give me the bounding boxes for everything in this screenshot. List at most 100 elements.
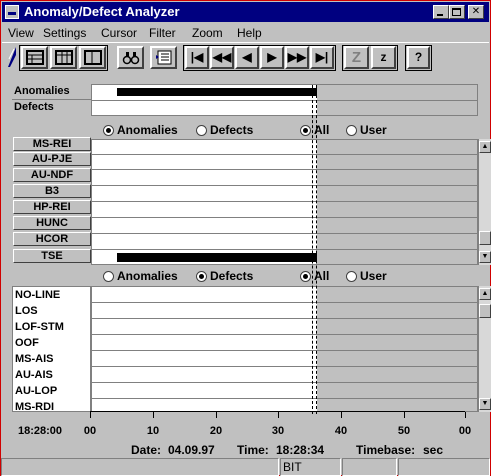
binoculars-icon [122,52,139,65]
status-pane-mode: BIT [280,458,341,476]
row-label-hunc[interactable]: HUNC [13,216,91,230]
user-radio-label: User [360,269,387,283]
row-label-au-ais: AU-AIS [15,369,53,381]
last-button[interactable]: ▶| [310,46,334,69]
back-button[interactable]: ◀ [235,46,259,69]
zoom-out-button[interactable]: Z [344,46,369,69]
summary-timeline [91,84,478,116]
help-icon: ? [414,50,423,64]
menu-settings[interactable]: Settings [43,26,86,40]
graph-view-icon [25,50,44,65]
time-label: Time: [237,443,269,457]
tse-bar [117,253,317,262]
anomaly-row-line [92,217,477,218]
scroll-up-icon[interactable]: ▲ [479,141,491,153]
date-label: Date: [131,443,162,457]
anomaly-row-line [92,201,477,202]
axis-tick [153,412,154,418]
app-icon[interactable] [5,5,19,19]
defect-row-line [92,398,477,399]
axis-tick [341,412,342,418]
cursor-line[interactable] [312,85,313,414]
anomalies-summary-bar [117,88,317,96]
scroll-down-icon[interactable]: ▼ [479,398,491,410]
axis-tick [404,412,405,418]
menu-bar: View Settings Cursor Filter Zoom Help [2,23,489,42]
anomaly-row-line [92,249,477,250]
menu-help[interactable]: Help [237,26,262,40]
anomalies-radio[interactable] [103,271,114,282]
all-radio[interactable] [300,271,311,282]
row-label-b3[interactable]: B3 [13,184,91,198]
timebase-value: sec [423,443,444,457]
anomalies-radio-label: Anomalies [117,123,178,137]
defects-radio[interactable] [196,125,207,136]
anomalies-radio[interactable] [103,125,114,136]
find-button[interactable] [117,46,144,69]
table-view-icon [54,50,73,65]
defect-row-line [92,366,477,367]
anomalies-radio-label: Anomalies [117,269,178,283]
row-label-tse[interactable]: TSE [13,249,91,263]
close-button[interactable]: ✕ [468,5,484,19]
timebase-label: Timebase: [356,443,416,457]
axis-tick [90,412,91,418]
scroll-down-icon[interactable]: ▼ [479,251,491,263]
graph-view-button[interactable] [21,46,48,69]
row-label-ms-rei[interactable]: MS-REI [13,137,91,151]
fast-forward-button[interactable]: ▶▶ [285,46,309,69]
summary-label-defects: Defects [14,101,54,113]
minimize-button[interactable] [433,5,449,19]
row-label-au-pje[interactable]: AU-PJE [13,152,91,166]
row-label-hp-rei[interactable]: HP-REI [13,200,91,214]
user-radio[interactable] [346,125,357,136]
status-pane-4 [398,458,490,476]
anomaly-scrollbar[interactable]: ▲ ▼ [478,139,491,265]
status-pane-main [1,458,279,476]
split-view-button[interactable] [79,46,106,69]
list-button[interactable] [150,46,177,69]
scroll-up-icon[interactable]: ▲ [479,288,491,300]
toolbar: |◀ ◀◀ ◀ ▶ ▶▶ ▶| Z z ? [2,42,489,72]
axis-tick-label: 20 [209,425,223,437]
anomaly-row-line [92,154,477,155]
split-view-icon [83,50,102,65]
axis-tick-label: 00 [83,425,97,437]
summary-labels: Anomalies Defects [12,84,91,116]
maximize-button[interactable] [449,5,465,19]
menu-filter[interactable]: Filter [149,26,176,40]
defect-row-line [92,318,477,319]
defect-row-line [92,382,477,383]
menu-cursor[interactable]: Cursor [101,26,137,40]
row-label-hcor[interactable]: HCOR [13,232,91,246]
summary-row-divider [92,100,477,101]
title-bar[interactable]: Anomaly/Defect Analyzer ✕ [2,2,489,22]
row-label-lof-stm: LOF-STM [15,321,64,333]
defect-row-line [92,334,477,335]
user-radio[interactable] [346,271,357,282]
table-view-button[interactable] [50,46,77,69]
scroll-thumb[interactable] [479,304,491,318]
row-label-au-ndf[interactable]: AU-NDF [13,168,91,182]
row-label-los: LOS [15,305,38,317]
forward-button[interactable]: ▶ [260,46,284,69]
defect-scrollbar[interactable]: ▲ ▼ [478,286,491,412]
scroll-thumb[interactable] [479,231,491,245]
date-value: 04.09.97 [168,443,215,457]
defect-timeline [91,286,478,412]
help-button[interactable]: ? [407,46,430,69]
time-value: 18:28:34 [276,443,325,457]
axis-tick [465,412,466,418]
all-radio[interactable] [300,125,311,136]
fast-back-button[interactable]: ◀◀ [210,46,234,69]
anomaly-row-line [92,169,477,170]
menu-zoom[interactable]: Zoom [192,26,223,40]
menu-view[interactable]: View [8,26,34,40]
defects-radio-label: Defects [210,269,254,283]
first-button[interactable]: |◀ [185,46,209,69]
defects-radio[interactable] [196,271,207,282]
zoom-in-button[interactable]: z [371,46,396,69]
cursor-line[interactable] [316,85,317,414]
analyzer-logo-icon [6,45,18,69]
anomaly-list: MS-REI AU-PJE AU-NDF B3 HP-REI HUNC HCOR… [12,137,491,265]
